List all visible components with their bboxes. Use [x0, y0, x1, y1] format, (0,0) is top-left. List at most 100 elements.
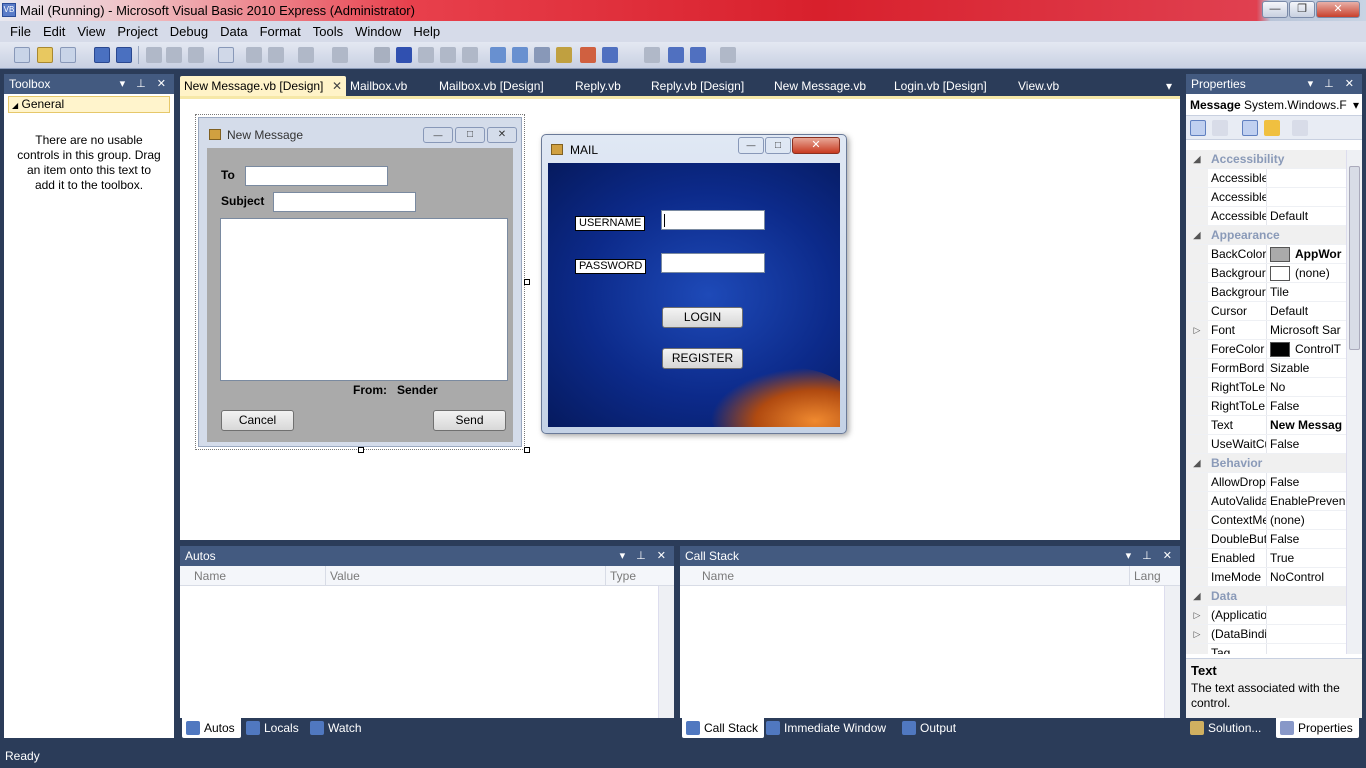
property-value[interactable]	[1267, 169, 1346, 187]
resize-handle-corner[interactable]	[524, 447, 530, 453]
property-row[interactable]: ▷ (DataBindi	[1186, 625, 1346, 644]
menu-format[interactable]: Format	[254, 24, 307, 39]
navigate-icon[interactable]	[644, 47, 660, 63]
property-row[interactable]: FormBord Sizable	[1186, 359, 1346, 378]
comment-icon[interactable]	[246, 47, 262, 63]
panel-window-icons[interactable]: ▾ ⊥ ✕	[1126, 546, 1176, 566]
property-row[interactable]: Accessible	[1186, 169, 1346, 188]
property-value[interactable]: False	[1267, 530, 1346, 548]
cancel-button[interactable]: Cancel	[221, 410, 294, 431]
tab-output[interactable]: Output	[898, 718, 962, 738]
menu-tools[interactable]: Tools	[307, 24, 349, 39]
tab-mailbox-vb[interactable]: Mailbox.vb	[346, 76, 411, 96]
column-language[interactable]: Lang	[1130, 566, 1162, 585]
menu-file[interactable]: File	[4, 24, 37, 39]
property-value[interactable]: EnablePreven	[1267, 492, 1346, 510]
tab-reply-vb[interactable]: Reply.vb	[571, 76, 625, 96]
property-row[interactable]: RightToLe False	[1186, 397, 1346, 416]
tab-mailbox-design[interactable]: Mailbox.vb [Design]	[435, 76, 548, 96]
new-message-form[interactable]: New Message — □ ✕ To Subject From: Sende…	[195, 114, 530, 453]
column-name[interactable]: Name	[180, 566, 326, 585]
property-row[interactable]: AllowDrop False	[1186, 473, 1346, 492]
tab-new-message-design[interactable]: New Message.vb [Design] ✕	[180, 76, 346, 96]
tab-list-dropdown-icon[interactable]: ▾	[1162, 76, 1176, 96]
open-folder-icon[interactable]	[37, 47, 53, 63]
resize-handle-right[interactable]	[524, 279, 530, 285]
collapse-icon[interactable]: ◢	[1186, 587, 1208, 605]
copy-icon[interactable]	[166, 47, 182, 63]
menu-project[interactable]: Project	[111, 24, 163, 39]
call-stack-scrollbar[interactable]	[1164, 586, 1180, 718]
add-item-icon[interactable]	[60, 47, 76, 63]
call-stack-grid[interactable]: Name Lang	[680, 566, 1180, 718]
property-value[interactable]: Default	[1267, 302, 1346, 320]
tab-view-vb[interactable]: View.vb	[1014, 76, 1063, 96]
step-over-icon[interactable]	[440, 47, 456, 63]
toolbox-group-general[interactable]: ◢ General	[8, 96, 170, 113]
cut-icon[interactable]	[146, 47, 162, 63]
property-value[interactable]	[1267, 606, 1346, 624]
property-grid[interactable]: ◢ Accessibility Accessible Accessible Access…	[1186, 150, 1346, 654]
tab-immediate-window[interactable]: Immediate Window	[762, 718, 892, 738]
object-selector[interactable]: Message System.Windows.F ▾	[1186, 94, 1362, 116]
collapse-icon[interactable]: ◢	[1186, 150, 1208, 168]
property-value[interactable]: False	[1267, 435, 1346, 453]
password-field[interactable]	[661, 253, 765, 273]
tab-locals[interactable]: Locals	[242, 718, 305, 738]
property-row[interactable]: Backgrour (none)	[1186, 264, 1346, 283]
property-value[interactable]	[1267, 625, 1346, 643]
menu-window[interactable]: Window	[349, 24, 407, 39]
restore-button[interactable]: ❐	[1289, 1, 1315, 18]
property-row[interactable]: Accessible Default	[1186, 207, 1346, 226]
object-browser-icon[interactable]	[556, 47, 572, 63]
subject-field[interactable]	[273, 192, 416, 212]
stop-debugging-icon[interactable]	[396, 47, 412, 63]
form-minimize-button[interactable]: —	[423, 127, 453, 143]
property-row[interactable]: DoubleBut False	[1186, 530, 1346, 549]
new-project-icon[interactable]	[14, 47, 30, 63]
property-value[interactable]: False	[1267, 397, 1346, 415]
property-value[interactable]: Microsoft Sar	[1267, 321, 1346, 339]
alphabetical-icon[interactable]	[1212, 120, 1228, 136]
step-out-icon[interactable]	[462, 47, 478, 63]
tab-solution-explorer[interactable]: Solution...	[1186, 718, 1267, 738]
autos-grid[interactable]: Name Value Type	[180, 566, 674, 718]
property-value[interactable]: True	[1267, 549, 1346, 567]
property-row[interactable]: ContextMe (none)	[1186, 511, 1346, 530]
property-value[interactable]: No	[1267, 378, 1346, 396]
property-row[interactable]: Cursor Default	[1186, 302, 1346, 321]
panel-window-icons[interactable]: ▾ ⊥ ✕	[1308, 74, 1358, 94]
close-tab-icon[interactable]: ✕	[332, 76, 342, 96]
property-row[interactable]: ▷ (Applicatio	[1186, 606, 1346, 625]
mail-login-window[interactable]: MAIL — □ ✕ USERNAME PASSWORD LOGIN REGIS…	[541, 134, 847, 434]
property-category[interactable]: ◢ Accessibility	[1186, 150, 1346, 169]
property-value[interactable]: False	[1267, 473, 1346, 491]
form-close-button[interactable]: ✕	[487, 127, 517, 143]
property-row[interactable]: Enabled True	[1186, 549, 1346, 568]
property-row[interactable]: Backgrour Tile	[1186, 283, 1346, 302]
property-value[interactable]: ControlT	[1267, 340, 1346, 358]
property-row[interactable]: RightToLe No	[1186, 378, 1346, 397]
register-button[interactable]: REGISTER	[662, 348, 743, 369]
to-field[interactable]	[245, 166, 388, 186]
property-pages-icon[interactable]	[1292, 120, 1308, 136]
save-icon[interactable]	[94, 47, 110, 63]
message-body-field[interactable]	[220, 218, 508, 381]
resize-handle-bottom[interactable]	[358, 447, 364, 453]
step-into-icon[interactable]	[418, 47, 434, 63]
column-type[interactable]: Type	[606, 566, 656, 585]
expand-icon[interactable]: ▷	[1186, 625, 1208, 643]
property-category[interactable]: ◢ Behavior	[1186, 454, 1346, 473]
menu-view[interactable]: View	[71, 24, 111, 39]
menu-edit[interactable]: Edit	[37, 24, 71, 39]
properties-window-icon[interactable]	[512, 47, 528, 63]
property-row[interactable]: Tag	[1186, 644, 1346, 654]
property-grid-scrollbar[interactable]	[1346, 150, 1362, 654]
properties-view-icon[interactable]	[1242, 120, 1258, 136]
property-category[interactable]: ◢ Data	[1186, 587, 1346, 606]
menu-data[interactable]: Data	[214, 24, 253, 39]
property-row[interactable]: BackColor AppWor	[1186, 245, 1346, 264]
property-row[interactable]: Accessible	[1186, 188, 1346, 207]
property-value[interactable]: Tile	[1267, 283, 1346, 301]
property-row[interactable]: ForeColor ControlT	[1186, 340, 1346, 359]
